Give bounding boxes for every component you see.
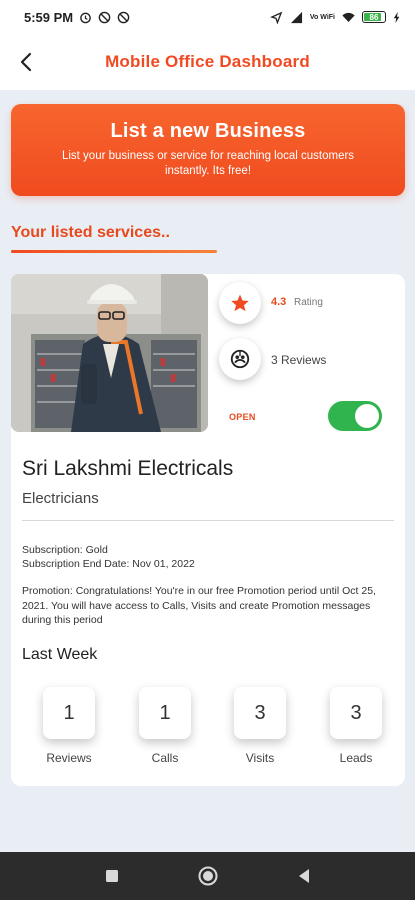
reviews-icon (230, 349, 250, 369)
promotion-text: Promotion: Congratulations! You're in ou… (22, 585, 376, 626)
location-icon (269, 11, 283, 24)
metric-value: 1 (43, 687, 95, 739)
reviews-badge[interactable] (219, 338, 261, 380)
status-bar: 5:59 PM Vo WiFi 86 (0, 0, 415, 34)
alarm-icon (80, 12, 91, 23)
open-label: OPEN (229, 412, 256, 422)
home-button[interactable] (195, 863, 221, 889)
metric-label: Reviews (46, 751, 92, 765)
rating-badge (219, 282, 261, 324)
battery-icon: 86 (362, 11, 386, 23)
open-toggle[interactable] (328, 401, 382, 431)
metric-value: 1 (139, 687, 191, 739)
status-time: 5:59 PM (24, 9, 74, 25)
listing-card[interactable]: 4.3 Rating 3 Reviews OPEN Sri Lakshmi El… (11, 274, 405, 786)
section-title: Your listed services.. (11, 224, 170, 241)
rating-value: 4.3 (271, 296, 287, 308)
back-button[interactable] (2, 38, 50, 86)
back-nav-icon (298, 869, 309, 883)
business-photo (11, 274, 208, 432)
business-category: Electricians (22, 490, 99, 507)
reviews-label[interactable]: 3 Reviews (271, 353, 326, 367)
dnd-icon (117, 11, 130, 23)
app-header: Mobile Office Dashboard (0, 34, 415, 90)
system-nav-bar (0, 852, 415, 900)
metric-value: 3 (330, 687, 382, 739)
subscription-end-date: Subscription End Date: Nov 01, 2022 (22, 558, 195, 570)
page-title: Mobile Office Dashboard (105, 52, 310, 71)
section-underline (11, 250, 217, 253)
charging-icon (393, 11, 400, 23)
toggle-knob (355, 404, 379, 428)
home-icon (198, 866, 217, 886)
recent-apps-icon (105, 870, 118, 882)
divider (22, 520, 394, 521)
metric-label: Calls (151, 751, 179, 765)
rating-label: Rating (294, 297, 323, 308)
network-label: Vo WiFi (309, 13, 335, 21)
dnd-icon (98, 11, 111, 23)
banner-title: List a new Business (110, 120, 306, 142)
subscription-plan: Subscription: Gold (22, 544, 108, 556)
metric-label: Visits (245, 751, 275, 765)
back-nav-button[interactable] (291, 863, 317, 889)
metric-reviews[interactable]: 1 Reviews (34, 687, 104, 765)
business-name: Sri Lakshmi Electricals (22, 457, 234, 480)
battery-level: 86 (369, 12, 379, 22)
metric-label: Leads (339, 751, 373, 765)
signal-icon (290, 11, 302, 23)
star-icon (231, 294, 249, 312)
recent-apps-button[interactable] (99, 863, 125, 889)
list-new-business-banner[interactable]: List a new Business List your business o… (11, 104, 405, 196)
banner-subtitle: List your business or service for reachi… (61, 150, 355, 177)
metric-visits[interactable]: 3 Visits (225, 687, 295, 765)
metric-value: 3 (234, 687, 286, 739)
wifi-icon (342, 12, 355, 22)
metric-calls[interactable]: 1 Calls (130, 687, 200, 765)
last-week-title: Last Week (22, 646, 98, 663)
metric-leads[interactable]: 3 Leads (321, 687, 391, 765)
back-arrow-icon (20, 52, 32, 72)
